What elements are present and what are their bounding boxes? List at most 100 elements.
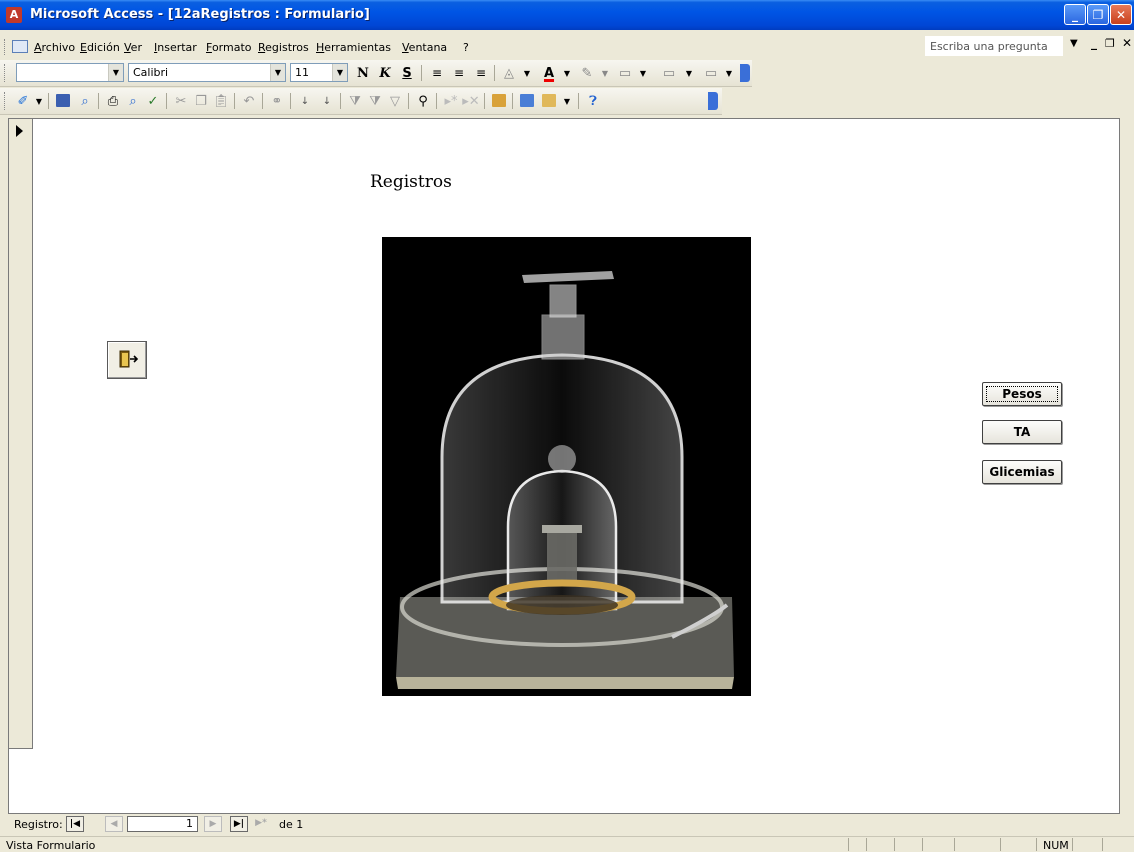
apply-filter-icon[interactable]: ▽ xyxy=(386,93,404,110)
menu-help[interactable]: ? xyxy=(463,41,469,54)
title-bar[interactable]: A Microsoft Access - [12aRegistros : For… xyxy=(0,0,1134,30)
chevron-down-icon[interactable]: ▼ xyxy=(720,65,738,82)
document-restore-button[interactable]: ❐ xyxy=(1105,37,1115,50)
toolbar-separator xyxy=(421,65,422,81)
ask-question-input[interactable]: Escriba una pregunta xyxy=(925,36,1063,56)
spelling-icon[interactable]: ✓ xyxy=(144,93,162,110)
current-record-input[interactable]: 1 xyxy=(127,816,198,832)
exit-form-button[interactable] xyxy=(107,341,147,379)
save-icon[interactable] xyxy=(56,94,70,107)
menu-formato[interactable]: Formato xyxy=(206,41,252,54)
chevron-down-icon[interactable]: ▼ xyxy=(518,65,536,82)
sort-descending-icon[interactable]: ↓ xyxy=(318,93,336,110)
previous-record-button[interactable]: ◀ xyxy=(105,816,123,832)
ask-question-dropdown-icon[interactable]: ▼ xyxy=(1070,38,1078,49)
underline-button[interactable]: S xyxy=(398,65,416,82)
database-window-icon[interactable] xyxy=(520,94,534,107)
document-minimize-button[interactable]: _ xyxy=(1091,36,1097,50)
object-combo[interactable]: ▼ xyxy=(16,63,124,82)
formatting-toolbar-grip[interactable] xyxy=(4,64,7,82)
align-center-icon[interactable]: ≡ xyxy=(450,65,468,82)
fill-color-icon[interactable]: ◬ xyxy=(500,65,518,82)
status-cell xyxy=(866,838,894,851)
chevron-down-icon[interactable]: ▼ xyxy=(270,64,285,81)
document-menu-icon[interactable] xyxy=(12,40,28,53)
line-width-icon[interactable]: ▭ xyxy=(616,65,634,82)
toolbar-separator xyxy=(166,93,167,109)
chevron-down-icon[interactable]: ▼ xyxy=(596,65,614,82)
font-name-value: Calibri xyxy=(133,66,169,79)
align-left-icon[interactable]: ≡ xyxy=(428,65,446,82)
glicemias-button[interactable]: Glicemias xyxy=(982,460,1062,484)
menu-edicion[interactable]: Edición xyxy=(80,41,120,54)
cut-icon[interactable]: ✂ xyxy=(172,93,190,110)
record-selector[interactable] xyxy=(9,119,33,749)
font-name-combo[interactable]: Calibri ▼ xyxy=(128,63,286,82)
pesos-button[interactable]: Pesos xyxy=(982,382,1062,406)
next-record-button[interactable]: ▶ xyxy=(204,816,222,832)
chevron-down-icon[interactable]: ▼ xyxy=(108,64,123,81)
delete-record-icon[interactable]: ▸✕ xyxy=(462,93,480,110)
special-effect-icon[interactable]: ▭ xyxy=(660,65,678,82)
line-color-icon[interactable]: ✎ xyxy=(578,65,596,82)
menu-ver[interactable]: Ver xyxy=(124,41,142,54)
font-size-combo[interactable]: 11 ▼ xyxy=(290,63,348,82)
hyperlink-icon[interactable]: ⚭ xyxy=(268,93,286,110)
print-preview-icon[interactable]: ⌕ xyxy=(124,93,142,110)
toolbar-separator xyxy=(512,93,513,109)
align-right-icon[interactable]: ≡ xyxy=(472,65,490,82)
menu-insertar[interactable]: Insertar xyxy=(154,41,197,54)
bold-button[interactable]: N xyxy=(354,65,372,82)
chevron-down-icon[interactable]: ▼ xyxy=(634,65,652,82)
menu-archivo[interactable]: Archivo xyxy=(34,41,75,54)
minimize-button[interactable]: _ xyxy=(1064,4,1086,25)
toolbar-separator xyxy=(262,93,263,109)
restore-button[interactable]: ❐ xyxy=(1087,4,1109,25)
status-cell xyxy=(894,838,922,851)
chevron-down-icon[interactable]: ▼ xyxy=(558,93,576,110)
toolbar-options-icon[interactable] xyxy=(740,64,750,82)
copy-icon[interactable]: ❐ xyxy=(192,93,210,110)
record-navigation-bar: Registro: |◀ ◀ 1 ▶ ▶| ▶* de 1 xyxy=(8,815,1120,833)
toolbar-options-icon[interactable] xyxy=(708,92,718,110)
new-record-icon[interactable]: ▸* xyxy=(442,93,460,110)
chevron-down-icon[interactable]: ▼ xyxy=(30,93,48,110)
first-record-button[interactable]: |◀ xyxy=(66,816,84,832)
menu-registros[interactable]: Registros xyxy=(258,41,309,54)
ta-button[interactable]: TA xyxy=(982,420,1062,444)
window-title: Microsoft Access - [12aRegistros : Formu… xyxy=(30,7,370,22)
menu-ventana[interactable]: Ventana xyxy=(402,41,447,54)
border-style-icon[interactable]: ▭ xyxy=(702,65,720,82)
italic-button[interactable]: K xyxy=(376,65,394,82)
font-color-icon[interactable]: A xyxy=(540,65,558,82)
help-icon[interactable]: ❓︎ xyxy=(584,93,602,110)
toolbar-separator xyxy=(578,93,579,109)
find-icon[interactable]: ⚲ xyxy=(414,93,432,110)
paste-icon[interactable]: 📋︎ xyxy=(212,93,230,110)
font-size-value: 11 xyxy=(295,66,309,79)
menu-herramientas[interactable]: Herramientas xyxy=(316,41,391,54)
sort-ascending-icon[interactable]: ↓ xyxy=(296,93,314,110)
print-icon[interactable]: ⎙ xyxy=(104,93,122,110)
access-app-icon[interactable]: A xyxy=(6,7,22,23)
standard-toolbar-grip[interactable] xyxy=(4,92,7,110)
new-object-icon[interactable] xyxy=(542,94,556,107)
properties-icon[interactable] xyxy=(492,94,506,107)
last-record-button[interactable]: ▶| xyxy=(230,816,248,832)
close-button[interactable]: ✕ xyxy=(1110,4,1132,25)
new-record-button[interactable]: ▶* xyxy=(252,816,270,832)
toolbar-separator xyxy=(234,93,235,109)
filter-by-form-icon[interactable]: ⧩ xyxy=(366,93,384,110)
search-icon[interactable]: ⌕ xyxy=(76,93,94,110)
filter-by-selection-icon[interactable]: ⧩ xyxy=(346,93,364,110)
current-record-arrow-icon xyxy=(16,125,23,137)
status-view-text: Vista Formulario xyxy=(6,839,96,852)
undo-icon[interactable]: ↶ xyxy=(240,93,258,110)
record-label: Registro: xyxy=(14,818,63,831)
chevron-down-icon[interactable]: ▼ xyxy=(680,65,698,82)
document-close-button[interactable]: ✕ xyxy=(1122,36,1132,50)
chevron-down-icon[interactable]: ▼ xyxy=(332,64,347,81)
menubar-grip[interactable] xyxy=(4,39,7,55)
toolbar-separator xyxy=(340,93,341,109)
chevron-down-icon[interactable]: ▼ xyxy=(558,65,576,82)
